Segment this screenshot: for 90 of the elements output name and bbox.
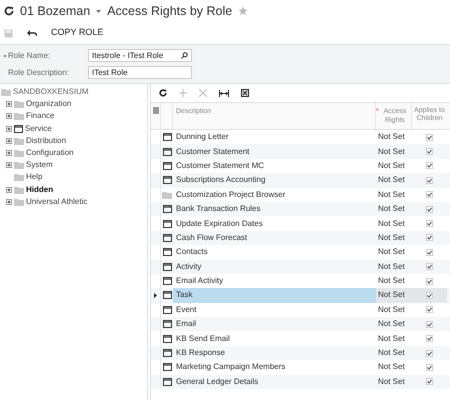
tree-item[interactable]: System [26, 159, 53, 172]
checkbox[interactable] [426, 148, 433, 156]
tree-item[interactable]: Configuration [26, 147, 74, 160]
checkbox[interactable] [426, 306, 433, 314]
expand-icon[interactable] [6, 126, 12, 132]
checkbox[interactable] [426, 234, 433, 242]
field-label: Role Description: [8, 66, 70, 78]
table-cell[interactable]: Marketing Campaign Members [173, 360, 376, 375]
folder-icon [1, 88, 11, 96]
table-cell[interactable]: Subscriptions Accounting [173, 173, 376, 188]
checkbox[interactable] [426, 176, 433, 184]
search-icon[interactable] [181, 52, 188, 59]
checkbox[interactable] [426, 263, 433, 270]
expand-icon[interactable] [6, 198, 12, 205]
star-icon[interactable] [238, 6, 248, 16]
export-icon[interactable] [241, 89, 249, 97]
fit-columns-icon[interactable] [219, 90, 229, 96]
table-cell[interactable]: KB Response [173, 346, 376, 360]
tree-item[interactable]: Service [25, 122, 52, 135]
expand-icon[interactable] [6, 138, 12, 144]
checkbox[interactable] [426, 292, 433, 299]
table-cell[interactable]: Not Set [376, 317, 412, 332]
table-cell[interactable]: Bank Transaction Rules [173, 202, 376, 216]
checkbox[interactable] [426, 206, 433, 213]
table-cell[interactable]: Not Set [376, 302, 412, 318]
checkbox[interactable] [426, 162, 433, 170]
table-cell[interactable]: Not Set [376, 230, 412, 246]
current-row-marker [154, 292, 157, 298]
checkbox[interactable] [426, 191, 433, 198]
table-cell[interactable]: Not Set [376, 245, 412, 260]
checkbox[interactable] [426, 220, 433, 228]
expand-icon[interactable] [6, 101, 12, 108]
table-cell[interactable]: Contacts [173, 245, 376, 260]
table-cell[interactable]: Event [173, 302, 376, 318]
table-cell[interactable]: Not Set [376, 158, 412, 174]
table-cell[interactable]: Not Set [376, 260, 412, 274]
checkbox[interactable] [426, 364, 433, 371]
checkbox[interactable] [426, 134, 433, 141]
table-cell[interactable]: Not Set [376, 374, 412, 390]
field-label: Role Name: [8, 50, 52, 62]
table-cell[interactable]: Not Set [376, 288, 412, 303]
expand-icon[interactable] [6, 162, 12, 168]
tree-item[interactable]: Help [26, 171, 42, 184]
table-cell[interactable]: Not Set [376, 360, 412, 375]
tree-item[interactable]: Hidden [26, 184, 54, 196]
file-icon[interactable] [152, 107, 158, 114]
table-cell[interactable]: Customer Statement [173, 144, 376, 159]
table-cell[interactable]: Not Set [376, 130, 412, 144]
table-cell[interactable]: Not Set [376, 144, 412, 159]
table-cell[interactable]: Activity [173, 260, 376, 274]
tree-item[interactable]: Finance [26, 110, 54, 122]
checkbox[interactable] [426, 350, 433, 357]
tree-item[interactable]: Distribution [26, 134, 66, 147]
checkbox[interactable] [426, 320, 433, 328]
expand-icon[interactable] [6, 113, 12, 120]
table-cell[interactable]: Task [173, 288, 376, 303]
table-cell[interactable]: Not Set [376, 173, 412, 188]
tree-item[interactable]: Organization [26, 98, 72, 110]
table-cell[interactable]: Customer Statement MC [173, 158, 376, 174]
table-cell[interactable]: Customization Project Browser [173, 188, 376, 202]
table-cell[interactable]: Not Set [376, 346, 412, 360]
table-cell[interactable]: Update Expiration Dates [173, 216, 376, 231]
expand-icon[interactable] [6, 150, 12, 156]
role-description-field[interactable]: ITest Role [88, 66, 192, 79]
table-cell[interactable]: Cash Flow Forecast [173, 230, 376, 246]
table-cell[interactable]: Not Set [376, 274, 412, 288]
table-cell[interactable]: Not Set [376, 188, 412, 202]
table-cell[interactable]: Email [173, 317, 376, 332]
checkbox[interactable] [426, 335, 433, 342]
company-selector[interactable]: 01 Bozeman [20, 2, 90, 20]
caret-icon[interactable] [96, 10, 102, 12]
undo-icon[interactable] [27, 30, 37, 36]
table-cell[interactable]: Dunning Letter [173, 130, 376, 144]
refresh-icon[interactable] [4, 6, 14, 16]
copy-role-button[interactable]: COPY ROLE [51, 26, 104, 40]
table-cell[interactable]: Not Set [376, 202, 412, 216]
table-cell[interactable]: General Ledger Details [173, 374, 376, 390]
table-cell[interactable]: Not Set [376, 331, 412, 346]
tree-item[interactable]: Universal Athletic [26, 196, 88, 208]
table-cell[interactable]: KB Send Email [173, 331, 376, 346]
tree-item[interactable]: SANDBOXKENSIUM [13, 86, 89, 98]
refresh-icon[interactable] [159, 89, 167, 97]
page-title: Access Rights by Role [107, 2, 232, 20]
checkbox[interactable] [426, 248, 433, 256]
role-name-field[interactable]: Itestrole - ITest Role [88, 49, 192, 62]
checkbox[interactable] [426, 278, 433, 285]
expand-icon[interactable] [6, 186, 12, 193]
table-cell[interactable]: Email Activity [173, 274, 376, 288]
table-cell[interactable]: Not Set [376, 216, 412, 231]
checkbox[interactable] [426, 378, 433, 386]
